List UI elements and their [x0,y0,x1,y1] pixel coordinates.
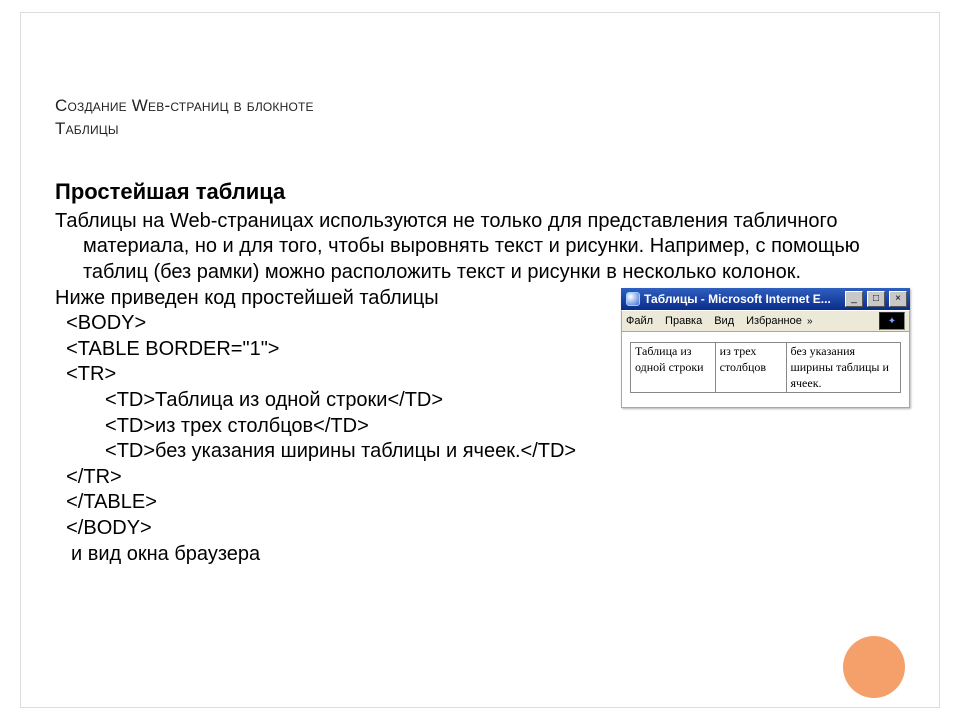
footer-text: и вид окна браузера [55,542,905,568]
example-table: Таблица из одной строки из трех столбцов… [630,342,901,393]
browser-menubar: Файл Правка Вид Избранное » ✦ [621,310,910,332]
slide-title: Создание Web-страниц в блокноте Таблицы [55,95,905,141]
ie-throbber-icon: ✦ [879,312,905,330]
browser-window: Таблицы - Microsoft Internet E... _ □ × … [621,288,910,408]
paragraph-1: Таблицы на Web-страницах используются не… [55,209,895,286]
browser-client-area: Таблица из одной строки из трех столбцов… [621,332,910,408]
decorative-circle [843,636,905,698]
browser-title: Таблицы - Microsoft Internet E... [644,292,841,306]
menu-file[interactable]: Файл [626,315,653,327]
maximize-button[interactable]: □ [867,291,885,307]
chevron-right-icon: » [807,316,813,327]
table-cell: Таблица из одной строки [631,343,716,393]
code-line: </TR> [55,465,905,491]
table-cell: из трех столбцов [715,343,786,393]
menu-view[interactable]: Вид [714,315,734,327]
close-button[interactable]: × [889,291,907,307]
section-heading: Простейшая таблица [55,179,905,205]
title-line-2: Таблицы [55,119,119,138]
minimize-button[interactable]: _ [845,291,863,307]
table-row: Таблица из одной строки из трех столбцов… [631,343,901,393]
title-line-1: Создание Web-страниц в блокноте [55,96,314,115]
ie-icon [626,292,640,306]
code-line: <TD>из трех столбцов</TD> [55,414,905,440]
menu-favorites[interactable]: Избранное » [746,315,812,327]
browser-titlebar: Таблицы - Microsoft Internet E... _ □ × [621,288,910,310]
code-line: </BODY> [55,516,905,542]
code-line: <TD>без указания ширины таблицы и ячеек.… [55,439,905,465]
code-line: </TABLE> [55,490,905,516]
table-cell: без указания ширины таблицы и ячеек. [786,343,901,393]
menu-edit[interactable]: Правка [665,315,702,327]
